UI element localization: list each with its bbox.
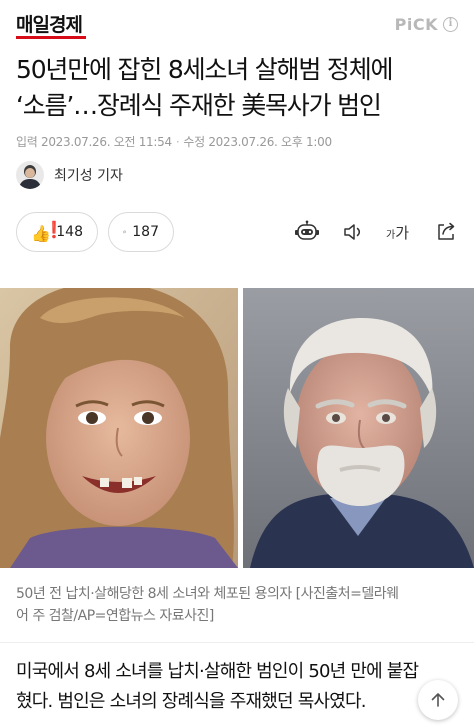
font-size-small: 가 bbox=[386, 230, 396, 241]
published-date: 입력 2023.07.26. 오전 11:54 bbox=[16, 135, 172, 149]
reporter-avatar bbox=[16, 161, 44, 189]
headline-line-1: 50년만에 잡힌 8세소녀 살해범 정체에 bbox=[16, 55, 394, 84]
info-icon[interactable]: i bbox=[443, 17, 458, 32]
updated-date: 수정 2023.07.26. 오후 1:00 bbox=[183, 135, 332, 149]
top-bar: 매일경제 PiCK i bbox=[0, 0, 474, 50]
article-dates: 입력 2023.07.26. 오전 11:54 · 수정 2023.07.26. 오… bbox=[16, 133, 332, 150]
section-divider bbox=[0, 642, 474, 643]
photo-caption: 50년 전 납치·살해당한 8세 소녀와 체포된 용의자 [사진출처=델라웨 어… bbox=[16, 583, 458, 627]
reporter-byline[interactable]: 최기성 기자 bbox=[16, 160, 123, 190]
font-size-large: 가 bbox=[395, 224, 410, 242]
article-body: 미국에서 8세 소녀를 납치·살해한 범인이 50년 만에 붙잡 혔다. 범인은… bbox=[16, 657, 466, 717]
logo-underline bbox=[16, 36, 86, 39]
comment-count: 187 bbox=[132, 224, 159, 240]
avatar-body bbox=[19, 179, 41, 189]
avatar-face bbox=[25, 168, 35, 178]
scroll-to-top-button[interactable] bbox=[418, 680, 458, 720]
comment-icon bbox=[123, 230, 127, 234]
arrow-up-icon bbox=[431, 693, 445, 707]
girl-photo bbox=[0, 288, 238, 568]
date-separator: · bbox=[175, 135, 180, 149]
share-icon[interactable] bbox=[434, 220, 458, 244]
font-size-icon[interactable]: 가가 bbox=[386, 222, 409, 246]
body-line-2: 혔다. 범인은 소녀의 장례식을 주재했던 목사였다. bbox=[16, 691, 366, 712]
site-logo[interactable]: 매일경제 bbox=[16, 10, 83, 37]
article-photo-illustration bbox=[0, 288, 474, 568]
article-photo bbox=[0, 288, 474, 568]
reaction-button[interactable]: 👍 ❗ 148 bbox=[16, 212, 98, 252]
article-headline: 50년만에 잡힌 8세소녀 살해범 정체에 ‘소름’…장례식 주재한 美목사가 … bbox=[16, 52, 466, 124]
pick-label[interactable]: PiCK bbox=[395, 15, 438, 34]
reaction-emoji-icon: 👍 ❗ bbox=[31, 220, 64, 244]
speaker-icon[interactable] bbox=[342, 220, 366, 244]
reporter-name[interactable]: 최기성 기자 bbox=[54, 165, 123, 185]
headline-line-2: ‘소름’…장례식 주재한 美목사가 범인 bbox=[16, 91, 382, 120]
suspect-photo bbox=[243, 288, 474, 568]
article-actions: 👍 ❗ 148 187 가가 bbox=[16, 212, 458, 254]
caption-line-1: 50년 전 납치·살해당한 8세 소녀와 체포된 용의자 [사진출처=델라웨 bbox=[16, 586, 399, 602]
comment-button[interactable]: 187 bbox=[108, 212, 174, 252]
robot-summary-icon[interactable] bbox=[294, 220, 320, 244]
body-line-1: 미국에서 8세 소녀를 납치·살해한 범인이 50년 만에 붙잡 bbox=[16, 661, 419, 682]
exclamation-icon: ❗ bbox=[44, 220, 64, 239]
caption-line-2: 어 주 검찰/AP=연합뉴스 자료사진] bbox=[16, 608, 214, 624]
